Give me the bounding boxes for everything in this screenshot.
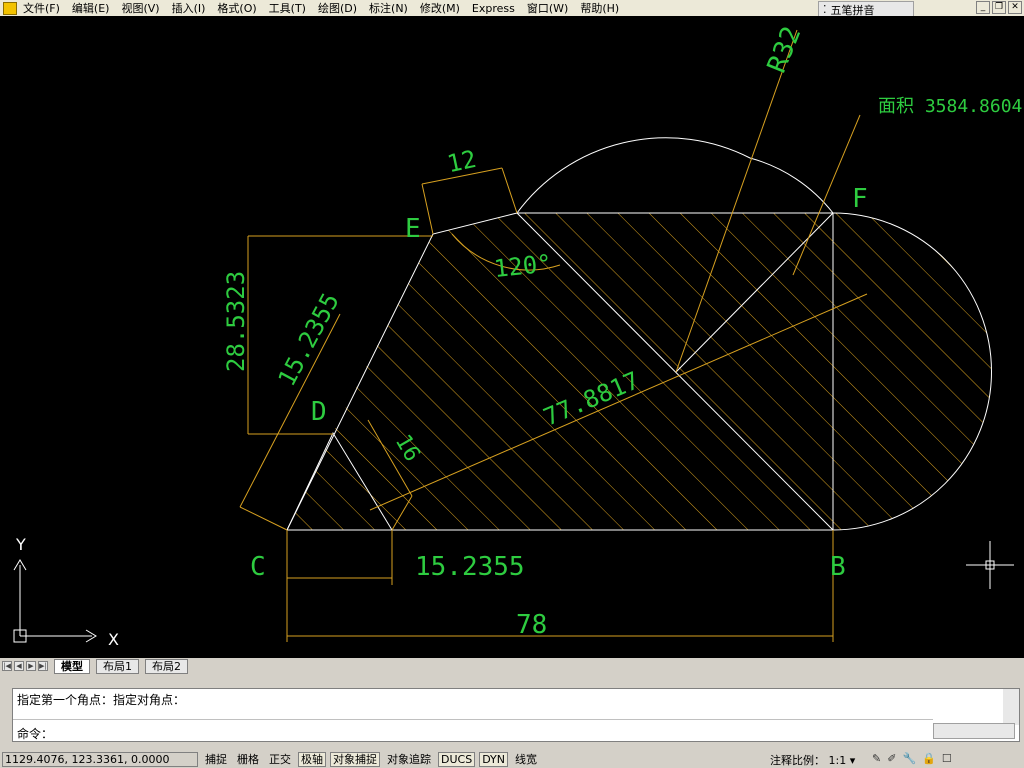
- last-tab-icon[interactable]: ▶|: [38, 661, 48, 671]
- toggle-ducs[interactable]: DUCS: [438, 751, 476, 767]
- annotation-visibility-icon[interactable]: ✎: [872, 752, 881, 765]
- tab-layout2[interactable]: 布局2: [145, 658, 188, 674]
- tab-layout1[interactable]: 布局1: [96, 658, 139, 674]
- first-tab-icon[interactable]: |◀: [2, 661, 12, 671]
- ucs-icon: [13, 559, 97, 643]
- command-hscroll[interactable]: [933, 723, 1015, 739]
- menu-edit[interactable]: 编辑(E): [72, 0, 110, 16]
- dim-text-12: 12: [445, 145, 479, 178]
- command-prompt[interactable]: 命令：: [17, 725, 53, 742]
- status-bar: 1129.4076, 123.3361, 0.0000 捕捉 栅格 正交 极轴 …: [0, 750, 1024, 768]
- dim-text-15b: 15.2355: [415, 552, 525, 582]
- menu-file[interactable]: 文件(F): [23, 0, 60, 16]
- ime-handle-icon[interactable]: ⁚: [823, 3, 827, 16]
- layout-tabs: |◀ ◀ ▶ ▶| 模型 布局1 布局2: [0, 658, 1024, 674]
- toggle-ortho[interactable]: 正交: [266, 752, 294, 767]
- drawing-svg: C D E F B 12 R32 面积 3584.8604 120° 28.53…: [13, 22, 1022, 649]
- menu-draw[interactable]: 绘图(D): [318, 0, 357, 16]
- dim-text-78: 78: [516, 610, 547, 640]
- menu-modify[interactable]: 修改(M): [420, 0, 460, 16]
- dim-text-r32: R32: [762, 22, 807, 77]
- toggle-lineweight[interactable]: 线宽: [512, 752, 540, 767]
- command-history-line: 指定第一个角点：指定对角点：: [17, 693, 186, 707]
- ucs-y-label: Y: [15, 535, 26, 554]
- close-icon[interactable]: ✕: [1008, 1, 1022, 14]
- wrench-icon[interactable]: 🔧: [902, 752, 916, 765]
- clean-screen-icon[interactable]: ☐: [942, 752, 952, 765]
- annotation-scale[interactable]: 注释比例： 1:1 ▾: [770, 752, 855, 768]
- menu-express[interactable]: Express: [472, 2, 515, 15]
- auto-scale-icon[interactable]: ✐: [887, 752, 896, 765]
- restore-icon[interactable]: ❐: [992, 1, 1006, 14]
- toggle-grid[interactable]: 栅格: [234, 752, 262, 767]
- next-tab-icon[interactable]: ▶: [26, 661, 36, 671]
- status-tray: ✎ ✐ 🔧 🔒 ☐: [872, 752, 952, 765]
- label-d: D: [311, 397, 327, 427]
- minimize-icon[interactable]: _: [976, 1, 990, 14]
- toggle-otrack[interactable]: 对象追踪: [384, 752, 434, 767]
- app-icon[interactable]: [3, 1, 17, 15]
- hatch-fill: [287, 213, 992, 530]
- tab-model[interactable]: 模型: [54, 658, 90, 674]
- command-vscroll[interactable]: [1003, 689, 1019, 725]
- label-f: F: [852, 184, 868, 214]
- command-separator: [13, 719, 933, 720]
- toggle-osnap[interactable]: 对象捕捉: [330, 751, 380, 767]
- menu-view[interactable]: 视图(V): [121, 0, 159, 16]
- lock-icon[interactable]: 🔒: [922, 752, 936, 765]
- arc-r32: [516, 137, 834, 214]
- label-b: B: [830, 552, 846, 582]
- menu-insert[interactable]: 插入(I): [172, 0, 206, 16]
- dim-line-78: [286, 530, 834, 642]
- label-e: E: [405, 214, 421, 244]
- ucs-x-label: X: [108, 630, 119, 649]
- menu-help[interactable]: 帮助(H): [580, 0, 619, 16]
- menu-tools[interactable]: 工具(T): [269, 0, 306, 16]
- dim-line-15b: [287, 530, 393, 585]
- menu-format[interactable]: 格式(O): [217, 0, 256, 16]
- crosshair-cursor-icon: [966, 541, 1014, 589]
- dim-text-28: 28.5323: [222, 271, 250, 372]
- prev-tab-icon[interactable]: ◀: [14, 661, 24, 671]
- window-controls: _ ❐ ✕: [976, 1, 1022, 14]
- menu-dimension[interactable]: 标注(N): [369, 0, 408, 16]
- toggle-snap[interactable]: 捕捉: [202, 752, 230, 767]
- command-window[interactable]: 指定第一个角点：指定对角点： 命令：: [12, 688, 1020, 742]
- toggle-polar[interactable]: 极轴: [298, 751, 326, 767]
- drawing-canvas[interactable]: C D E F B 12 R32 面积 3584.8604 120° 28.53…: [0, 16, 1024, 658]
- menu-window[interactable]: 窗口(W): [527, 0, 568, 16]
- toggle-dyn[interactable]: DYN: [479, 751, 509, 767]
- label-c: C: [250, 552, 266, 582]
- coordinate-readout: 1129.4076, 123.3361, 0.0000: [2, 751, 198, 767]
- dim-text-area: 面积 3584.8604: [878, 96, 1022, 117]
